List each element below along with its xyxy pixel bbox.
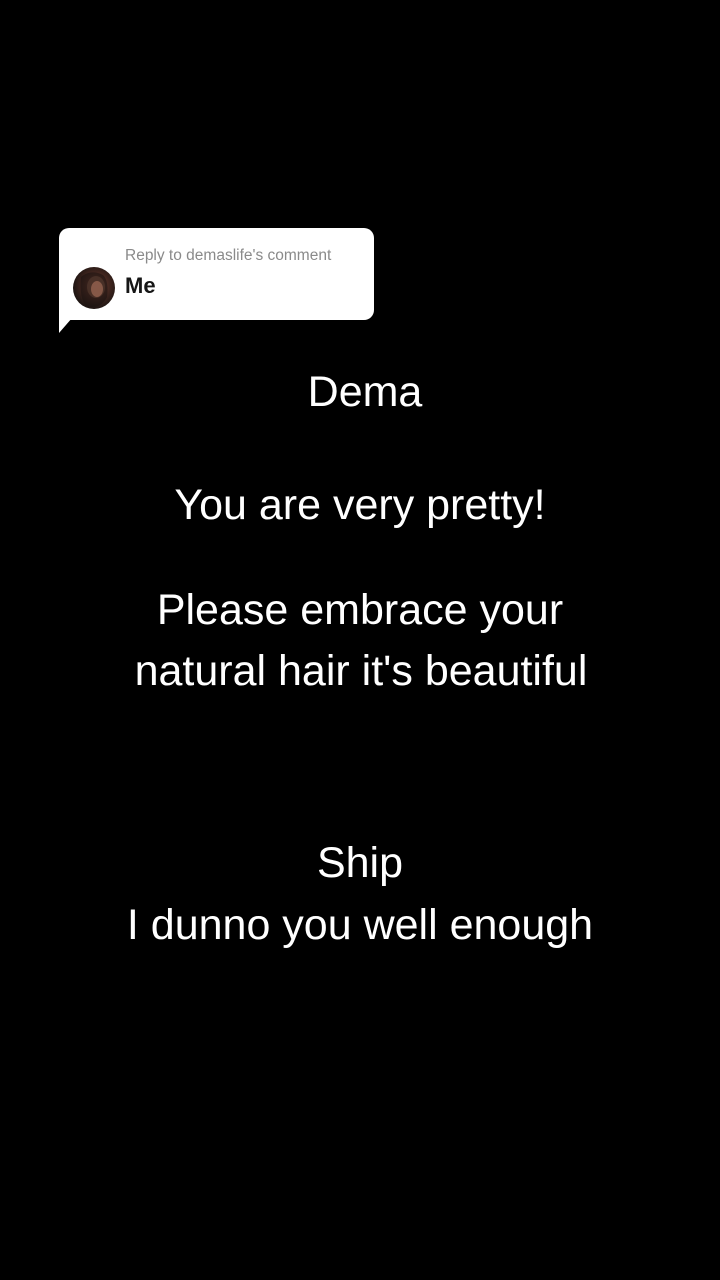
reply-comment-text: Me xyxy=(125,273,156,298)
avatar xyxy=(73,267,115,309)
video-screen[interactable]: Reply to demaslife's comment Me Dema You… xyxy=(0,0,720,1280)
reply-comment-sticker[interactable]: Reply to demaslife's comment Me xyxy=(59,228,374,320)
caption-line-dema: Dema xyxy=(307,368,423,416)
caption-line-ship: Ship xyxy=(316,839,404,887)
reply-header-text: Reply to demaslife's comment xyxy=(125,247,332,264)
caption-line-natural-hair: natural hair it's beautiful xyxy=(134,647,588,695)
caption-line-pretty: You are very pretty! xyxy=(174,481,546,529)
caption-line-dunno: I dunno you well enough xyxy=(126,901,594,949)
profile-photo-icon xyxy=(80,272,108,307)
reply-sticker-tail xyxy=(59,310,79,333)
caption-line-embrace: Please embrace your xyxy=(156,586,564,634)
